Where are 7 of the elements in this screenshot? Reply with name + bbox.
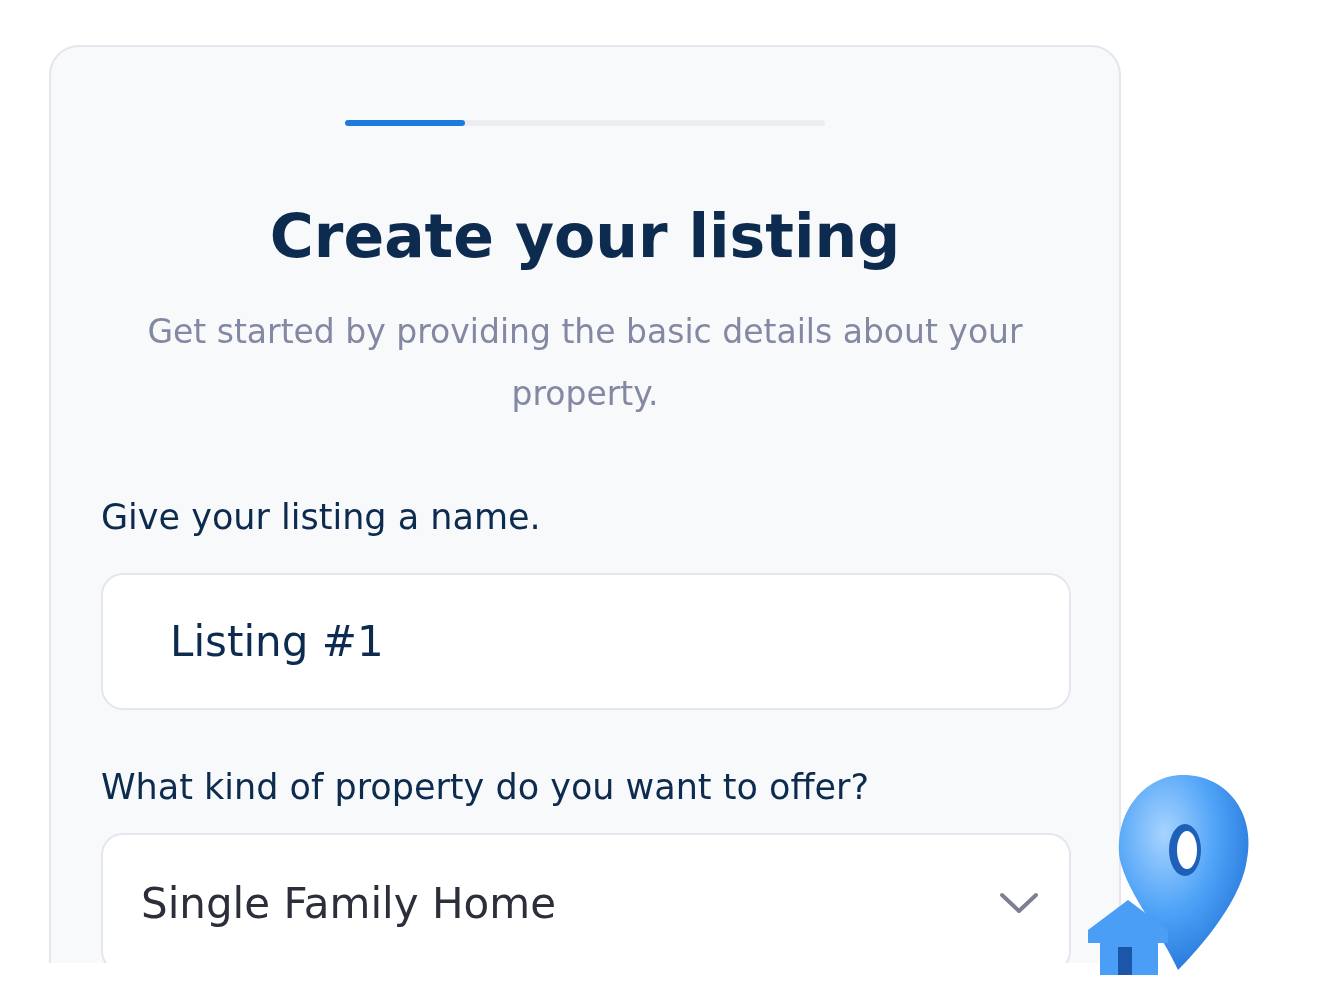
field-label: What kind of property do you want to offer? bbox=[101, 766, 870, 809]
page-title: Create your listing bbox=[268, 200, 902, 273]
field-label: Give your listing a name. bbox=[101, 496, 542, 539]
chevron-down-icon bbox=[999, 891, 1039, 915]
dropdown-field[interactable]: Single Family Home bbox=[101, 833, 1071, 963]
subtitle-text: Get started by providing the basic details about your property. bbox=[146, 311, 1024, 415]
input-field[interactable]: Listing #1 bbox=[101, 573, 1071, 710]
